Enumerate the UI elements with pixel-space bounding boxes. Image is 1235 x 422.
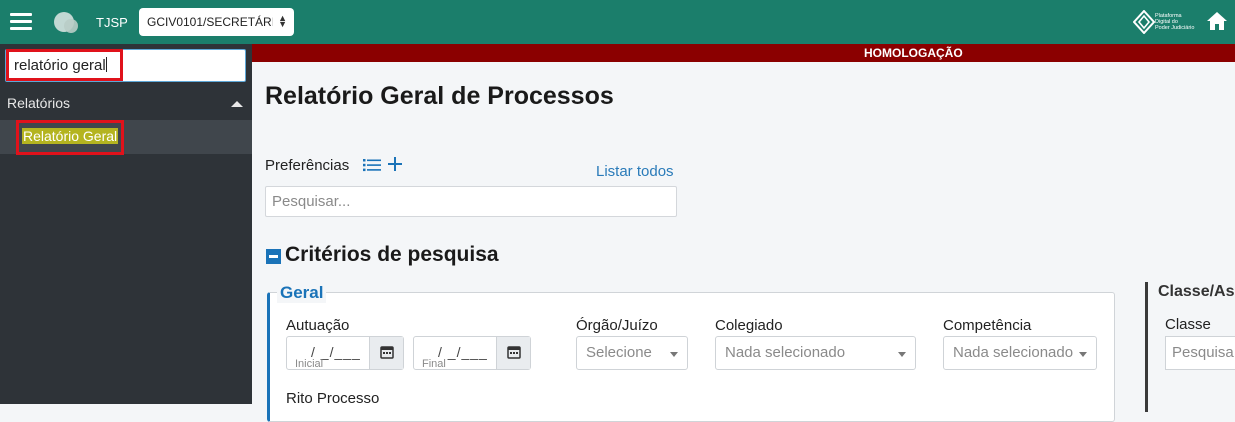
sidebar-section-relatorios[interactable]: Relatórios (0, 88, 252, 120)
app-logo-icon (53, 11, 79, 35)
preferences-search-input[interactable]: Pesquisar... (265, 186, 677, 217)
calendar-icon[interactable] (369, 337, 403, 369)
pdpj-logo-text: Plataforma Digital do Poder Judiciário (1155, 13, 1195, 31)
search-highlight-box (6, 49, 123, 81)
environment-banner-text: HOMOLOGAÇÃO (864, 46, 963, 60)
colegiado-label: Colegiado (715, 317, 783, 334)
sidebar-section-label: Relatórios (7, 95, 71, 111)
geral-legend: Geral (277, 283, 327, 303)
collapse-criteria-icon[interactable] (266, 249, 281, 264)
classe-input[interactable]: Pesquisa (1165, 336, 1235, 370)
pdpj-diamond-icon (1132, 9, 1156, 35)
item-highlight-box (16, 120, 124, 155)
unit-select[interactable]: GCIV0101/SECRETÁRIO ▲ ▼ (139, 8, 294, 36)
competencia-label: Competência (943, 317, 1032, 334)
date-end-field[interactable]: / _/___ Final (413, 336, 531, 370)
competencia-select-value: Nada selecionado (953, 344, 1074, 361)
criteria-title: Critérios de pesquisa (285, 243, 499, 266)
orgao-label: Órgão/Juízo (576, 317, 658, 334)
unit-select-value: GCIV0101/SECRETÁRIO (147, 15, 273, 29)
page-title: Relatório Geral de Processos (265, 82, 614, 110)
home-icon[interactable] (1206, 11, 1228, 31)
chevron-down-icon (670, 352, 678, 357)
rito-label: Rito Processo (286, 390, 380, 407)
org-label: TJSP (96, 15, 128, 30)
classe-panel-title: Classe/As (1158, 283, 1235, 300)
environment-banner: HOMOLOGAÇÃO (252, 44, 1235, 62)
hamburger-menu-icon[interactable] (10, 13, 32, 31)
main-content: Relatório Geral de Processos Preferência… (252, 62, 1235, 422)
sidebar: relatório geral Relatórios Relatório Ger… (0, 44, 252, 404)
chevron-down-icon (1079, 352, 1087, 357)
pdpj-logo: Plataforma Digital do Poder Judiciário (1132, 9, 1201, 36)
orgao-select[interactable]: Selecione (576, 336, 688, 370)
calendar-icon[interactable] (496, 337, 530, 369)
colegiado-select[interactable]: Nada selecionado (715, 336, 916, 370)
classe-label: Classe (1165, 316, 1211, 333)
preferences-label: Preferências (265, 157, 350, 174)
chevron-down-icon (898, 352, 906, 357)
competencia-select[interactable]: Nada selecionado (943, 336, 1097, 370)
add-preference-icon[interactable] (387, 156, 403, 172)
caret-up-icon (231, 101, 243, 107)
top-bar: TJSP GCIV0101/SECRETÁRIO ▲ ▼ Plataforma Di… (0, 0, 1235, 44)
autuacao-label: Autuação (286, 317, 350, 334)
date-end-hint: Final (422, 358, 446, 370)
date-start-hint: Inicial (295, 358, 324, 370)
list-icon[interactable] (363, 158, 381, 172)
date-start-field[interactable]: / _/___ Inicial (286, 336, 404, 370)
colegiado-select-value: Nada selecionado (725, 344, 846, 361)
sort-arrows-icon: ▲ ▼ (278, 13, 287, 29)
orgao-select-value: Selecione (586, 344, 652, 361)
list-all-link[interactable]: Listar todos (596, 163, 674, 180)
